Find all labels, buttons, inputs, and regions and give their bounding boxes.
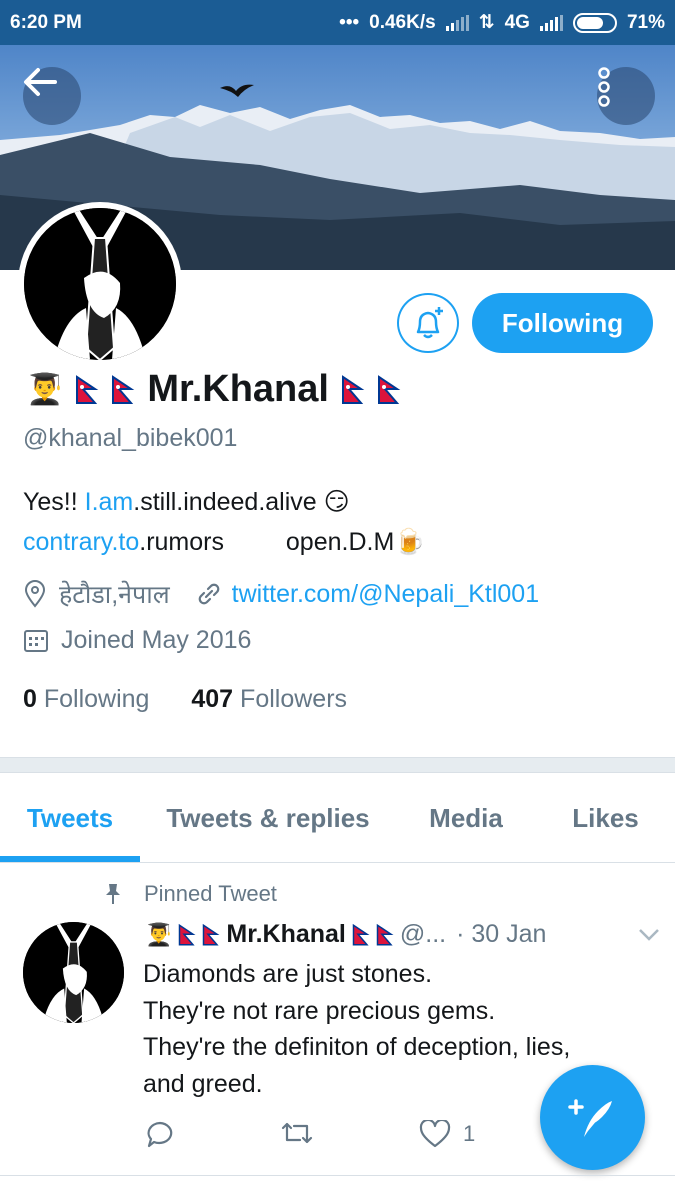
pinned-label-row: Pinned Tweet	[104, 881, 277, 907]
smirk-emoji-icon: 😏	[323, 488, 350, 516]
beer-emoji-icon: 🍺	[394, 528, 426, 556]
back-button[interactable]	[23, 67, 81, 125]
tweet-line: They're not rare precious gems.	[143, 996, 496, 1025]
nepal-flag-icon	[179, 923, 196, 945]
arrow-left-icon	[24, 68, 57, 96]
bio-text: .rumors	[139, 528, 224, 556]
nepal-flag-icon	[377, 374, 401, 404]
bio-text: Yes!!	[23, 488, 85, 516]
heart-icon	[419, 1120, 451, 1148]
nepal-flag-icon	[76, 374, 99, 404]
reply-button[interactable]	[145, 1120, 175, 1148]
tab-media[interactable]: Media	[396, 773, 536, 863]
student-emoji-icon: 👨‍🎓	[145, 921, 173, 947]
bio-text: .still.indeed.alive	[133, 488, 317, 516]
followers-count-link[interactable]: 407 Followers	[191, 685, 347, 713]
student-emoji-icon: 👨‍🎓	[26, 373, 64, 406]
nepal-flag-icon	[203, 923, 220, 945]
status-more-dots: •••	[339, 11, 360, 33]
profile-counts: 0 Following 407 Followers	[23, 685, 347, 714]
like-count: 1	[463, 1121, 476, 1146]
bio-link[interactable]: I.am	[85, 488, 134, 516]
followers-label: Followers	[240, 685, 348, 713]
link-icon	[198, 583, 219, 605]
tweet-line: Diamonds are just stones.	[143, 960, 433, 988]
nepal-flag-icon	[376, 923, 394, 945]
notification-bell-button[interactable]	[397, 293, 459, 353]
following-label: Following	[43, 685, 150, 713]
profile-avatar[interactable]	[18, 202, 182, 366]
pin-icon	[106, 884, 120, 904]
avatar-image	[24, 208, 176, 360]
bio-link[interactable]: contrary.to	[23, 528, 139, 556]
profile-website-link[interactable]: twitter.com/@Nepali_Ktl001	[232, 580, 539, 609]
profile-handle: @khanal_bibek001	[23, 424, 238, 452]
tab-tweets-replies[interactable]: Tweets & replies	[140, 773, 396, 863]
nepal-flag-icon	[341, 374, 365, 404]
bio-line-2: contrary.to.rumors open.D.M🍺	[23, 522, 425, 562]
reply-bubble-icon	[147, 1121, 173, 1148]
tweet-header: 👨‍🎓 Mr.Khanal @... · 30 Jan	[145, 920, 660, 949]
status-right: ••• 0.46K/s ⇅ 4G 71%	[339, 11, 665, 34]
vertical-dots-icon	[598, 67, 610, 107]
following-count: 0	[23, 685, 37, 713]
active-tab-indicator	[0, 856, 140, 862]
compose-tweet-button[interactable]	[540, 1065, 645, 1170]
signal-icon	[445, 14, 469, 31]
more-options-button[interactable]	[597, 67, 655, 125]
profile-joined: Joined May 2016	[61, 626, 252, 654]
tweet-avatar[interactable]	[23, 922, 124, 1023]
profile-joined-row: Joined May 2016	[23, 626, 251, 655]
profile-meta-row: हेटौडा,नेपाल twitter.com/@Nepali_Ktl001	[23, 577, 539, 611]
profile-tabs: Tweets Tweets & replies Media Likes	[0, 773, 675, 863]
battery-icon	[572, 12, 617, 33]
section-separator	[0, 757, 675, 773]
pinned-tweet-label: Pinned Tweet	[144, 881, 277, 906]
network-type: 4G	[504, 11, 530, 33]
tweet-actions: 1	[143, 1120, 543, 1160]
retweet-button[interactable]	[280, 1120, 314, 1146]
status-bar: 6:20 PM ••• 0.46K/s ⇅ 4G 71%	[0, 0, 675, 45]
profile-bio: Yes!! I.am.still.indeed.alive 😏 contrary…	[23, 482, 425, 562]
tweet-date: · 30 Jan	[456, 920, 547, 948]
tab-tweets[interactable]: Tweets	[0, 773, 140, 863]
profile-location: हेटौडा,नेपाल	[59, 581, 170, 609]
retweet-icon	[281, 1122, 313, 1144]
profile-name-row: 👨‍🎓 Mr.Khanal	[26, 368, 401, 411]
battery-percent: 71%	[626, 11, 665, 33]
chevron-down-icon[interactable]	[638, 928, 660, 942]
calendar-icon	[24, 629, 48, 652]
tab-likes[interactable]: Likes	[536, 773, 675, 863]
tweet-author-handle: @...	[399, 920, 447, 948]
profile-name: Mr.Khanal	[147, 368, 329, 410]
nepal-flag-icon	[112, 374, 135, 404]
suit-figure-image	[23, 922, 124, 1023]
bio-line-1: Yes!! I.am.still.indeed.alive 😏	[23, 482, 425, 522]
suit-figure-image	[24, 208, 176, 360]
bio-text: open.D.M	[285, 528, 395, 556]
followers-count: 407	[191, 685, 234, 713]
network-speed: 0.46K/s	[369, 11, 436, 33]
bell-plus-icon	[416, 307, 443, 339]
following-button[interactable]: Following	[472, 293, 653, 353]
following-count-link[interactable]: 0 Following	[23, 685, 149, 713]
status-time: 6:20 PM	[10, 11, 82, 33]
tweet-author-name[interactable]: Mr.Khanal	[226, 920, 345, 949]
signal-icon	[539, 14, 563, 31]
quill-plus-icon	[567, 1098, 612, 1137]
nepal-flag-icon	[352, 923, 370, 945]
tweet-line: They're the definiton of deception, lies…	[143, 1033, 571, 1061]
location-pin-icon	[24, 580, 46, 608]
data-transfer-icon: ⇅	[478, 12, 495, 33]
like-button[interactable]: 1	[419, 1120, 475, 1148]
tweet-divider	[0, 1175, 675, 1176]
